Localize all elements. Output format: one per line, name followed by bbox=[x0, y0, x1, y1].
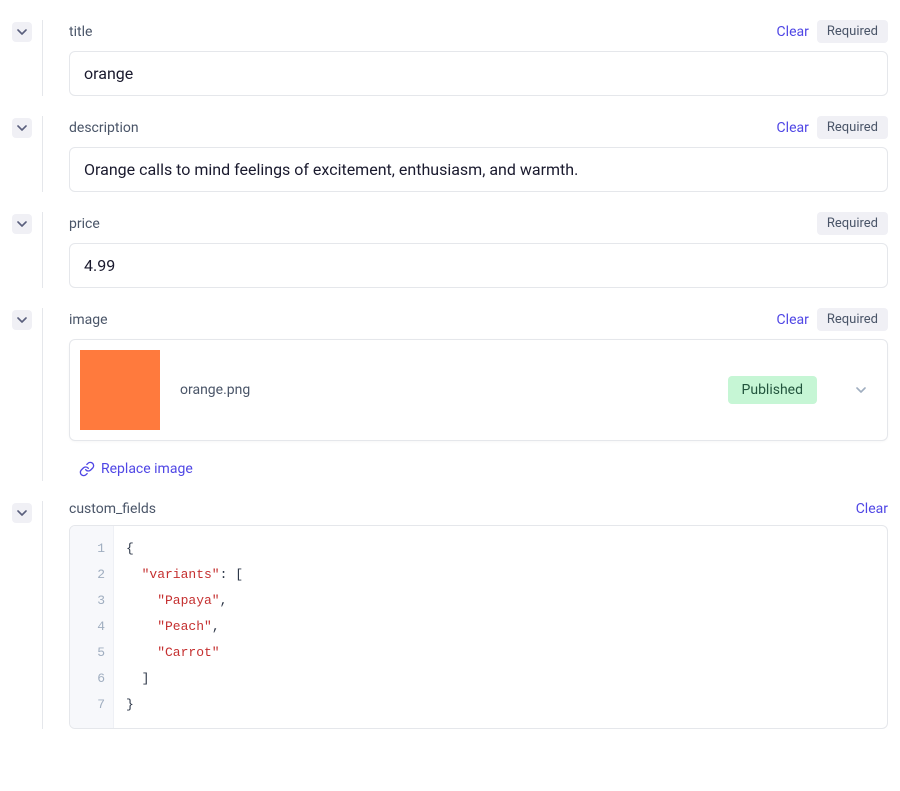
field-label: title bbox=[69, 24, 92, 40]
code-line: { bbox=[126, 536, 243, 562]
required-badge: Required bbox=[817, 308, 888, 331]
field-content: custom_fields Clear 1 2 3 4 5 6 7 { "var… bbox=[42, 501, 888, 729]
chevron-down-icon bbox=[17, 27, 27, 37]
field-content: title Clear Required bbox=[42, 20, 888, 96]
chevron-down-icon bbox=[17, 315, 27, 325]
code-line: ] bbox=[126, 666, 243, 692]
status-badge: Published bbox=[728, 376, 817, 404]
field-header: description Clear Required bbox=[69, 116, 888, 139]
image-card[interactable]: orange.png Published bbox=[69, 339, 888, 441]
title-input[interactable] bbox=[69, 51, 888, 96]
chevron-down-icon bbox=[17, 219, 27, 229]
collapse-toggle[interactable] bbox=[12, 118, 32, 138]
field-actions: Clear Required bbox=[777, 308, 888, 331]
chevron-down-icon bbox=[17, 508, 27, 518]
field-image: image Clear Required orange.png Publishe… bbox=[12, 308, 888, 481]
field-price: price Required bbox=[12, 212, 888, 288]
token-punc: , bbox=[212, 619, 220, 634]
field-description: description Clear Required bbox=[12, 116, 888, 192]
collapse-toggle[interactable] bbox=[12, 503, 32, 523]
code-line: "Carrot" bbox=[126, 640, 243, 666]
image-filename: orange.png bbox=[180, 382, 708, 398]
line-number: 3 bbox=[78, 588, 105, 614]
clear-button[interactable]: Clear bbox=[777, 24, 809, 40]
field-label: custom_fields bbox=[69, 501, 156, 517]
required-badge: Required bbox=[817, 20, 888, 43]
collapse-toggle[interactable] bbox=[12, 310, 32, 330]
field-header: price Required bbox=[69, 212, 888, 235]
clear-button[interactable]: Clear bbox=[856, 501, 888, 517]
token-brace: } bbox=[126, 697, 134, 712]
token-punc: ] bbox=[142, 671, 150, 686]
token-punc: : [ bbox=[220, 567, 243, 582]
link-icon bbox=[79, 461, 95, 477]
token-string: "Peach" bbox=[157, 619, 212, 634]
field-label: description bbox=[69, 120, 139, 136]
field-title: title Clear Required bbox=[12, 20, 888, 96]
field-actions: Required bbox=[817, 212, 888, 235]
chevron-down-icon bbox=[17, 123, 27, 133]
token-brace: { bbox=[126, 541, 134, 556]
code-line: "variants": [ bbox=[126, 562, 243, 588]
field-actions: Clear bbox=[856, 501, 888, 517]
field-content: image Clear Required orange.png Publishe… bbox=[42, 308, 888, 481]
code-line: "Peach", bbox=[126, 614, 243, 640]
clear-button[interactable]: Clear bbox=[777, 120, 809, 136]
field-content: price Required bbox=[42, 212, 888, 288]
token-punc: , bbox=[220, 593, 228, 608]
line-number: 4 bbox=[78, 614, 105, 640]
line-number: 1 bbox=[78, 536, 105, 562]
description-input[interactable] bbox=[69, 147, 888, 192]
clear-button[interactable]: Clear bbox=[777, 312, 809, 328]
image-thumbnail bbox=[80, 350, 160, 430]
field-label: price bbox=[69, 216, 100, 232]
field-content: description Clear Required bbox=[42, 116, 888, 192]
replace-image-label: Replace image bbox=[101, 461, 193, 477]
token-key: "variants" bbox=[142, 567, 220, 582]
price-input[interactable] bbox=[69, 243, 888, 288]
line-number: 7 bbox=[78, 692, 105, 718]
field-actions: Clear Required bbox=[777, 20, 888, 43]
collapse-toggle[interactable] bbox=[12, 22, 32, 42]
replace-image-button[interactable]: Replace image bbox=[79, 461, 193, 477]
chevron-down-icon bbox=[856, 385, 866, 395]
code-line: } bbox=[126, 692, 243, 718]
token-string: "Carrot" bbox=[157, 645, 219, 660]
field-actions: Clear Required bbox=[777, 116, 888, 139]
image-menu-button[interactable] bbox=[849, 378, 873, 402]
field-header: image Clear Required bbox=[69, 308, 888, 331]
required-badge: Required bbox=[817, 212, 888, 235]
field-header: custom_fields Clear bbox=[69, 501, 888, 517]
line-number: 2 bbox=[78, 562, 105, 588]
required-badge: Required bbox=[817, 116, 888, 139]
code-editor[interactable]: 1 2 3 4 5 6 7 { "variants": [ "Papaya", … bbox=[69, 525, 888, 729]
field-label: image bbox=[69, 312, 108, 328]
code-gutter: 1 2 3 4 5 6 7 bbox=[70, 526, 114, 728]
field-custom-fields: custom_fields Clear 1 2 3 4 5 6 7 { "var… bbox=[12, 501, 888, 729]
field-header: title Clear Required bbox=[69, 20, 888, 43]
collapse-toggle[interactable] bbox=[12, 214, 32, 234]
line-number: 6 bbox=[78, 666, 105, 692]
code-body[interactable]: { "variants": [ "Papaya", "Peach", "Carr… bbox=[114, 526, 255, 728]
code-line: "Papaya", bbox=[126, 588, 243, 614]
line-number: 5 bbox=[78, 640, 105, 666]
token-string: "Papaya" bbox=[157, 593, 219, 608]
